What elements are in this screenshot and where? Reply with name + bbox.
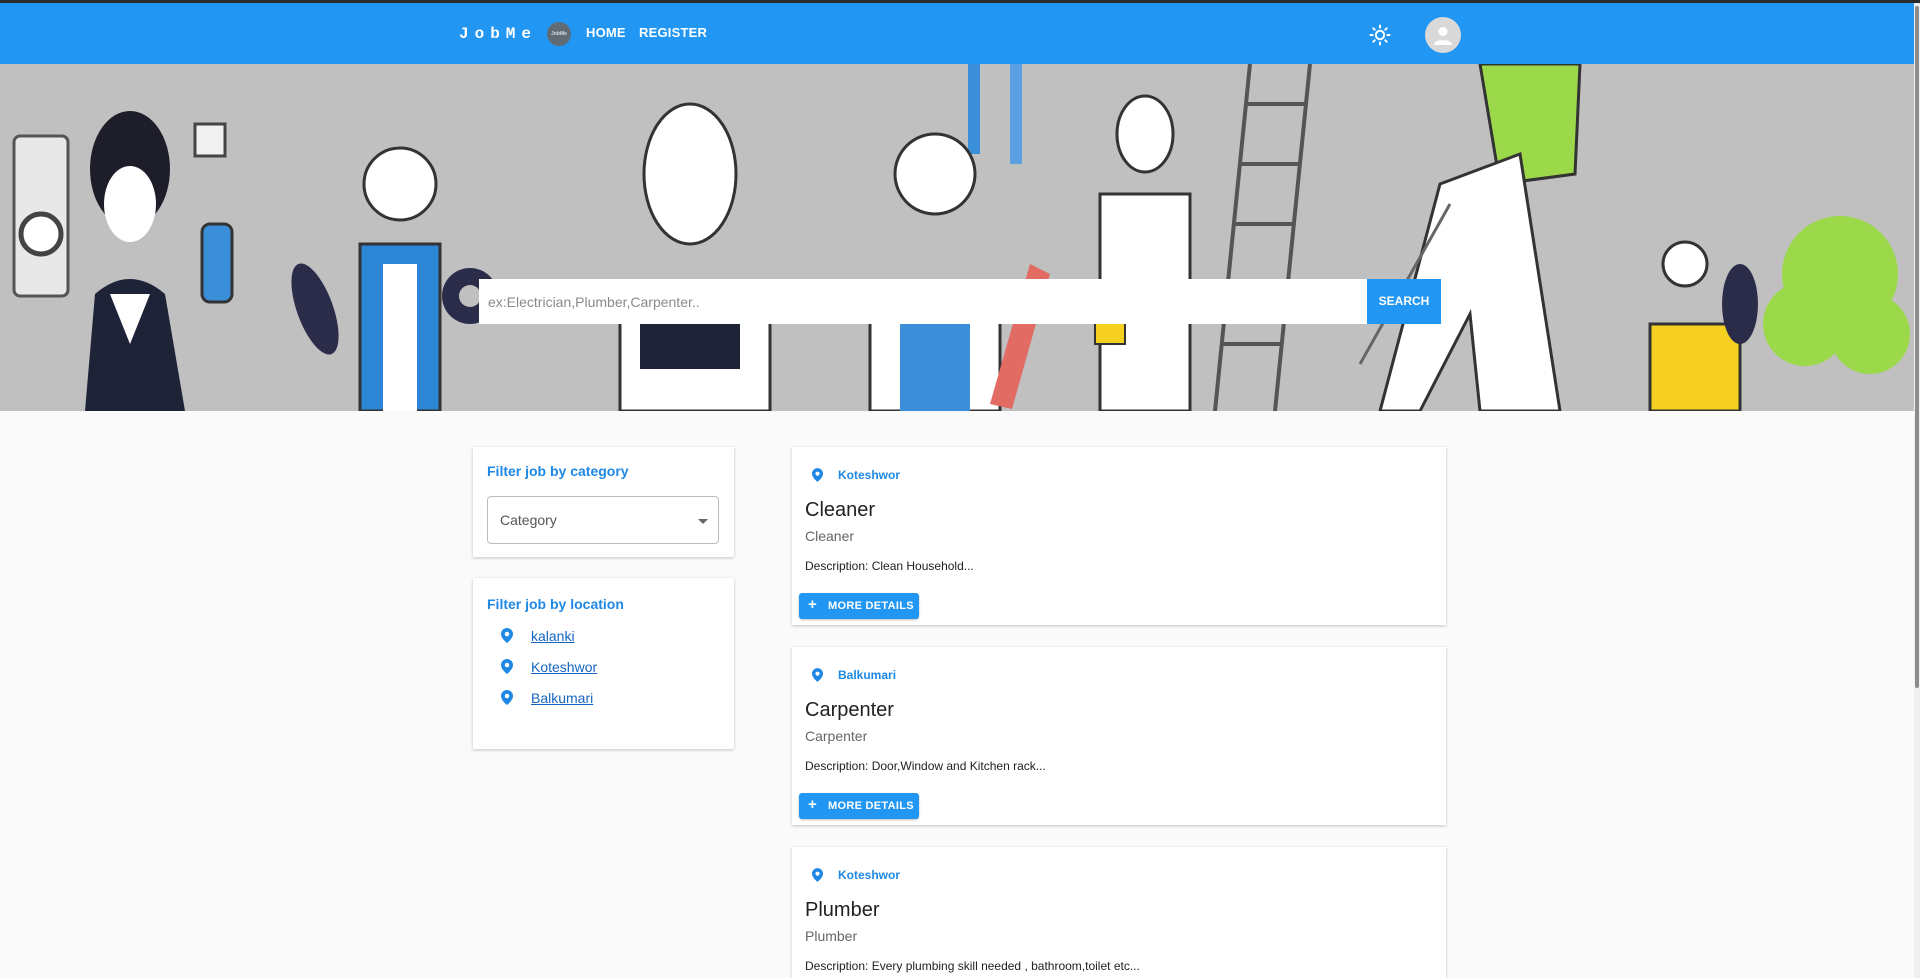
location-link-koteshwor[interactable]: Koteshwor [531, 659, 597, 675]
location-filter-card: Filter job by location kalanki Koteshwor… [473, 578, 734, 749]
hero-banner: SEARCH [0, 64, 1914, 411]
nav-register-button[interactable]: REGISTER [639, 25, 707, 40]
job-card: Balkumari Carpenter Carpenter Descriptio… [792, 647, 1446, 825]
brand-title[interactable]: JobMe [459, 25, 537, 43]
location-pin-icon [812, 468, 823, 482]
job-description: Description: Clean Household... [805, 559, 974, 573]
more-details-button[interactable]: + MORE DETAILS [799, 793, 919, 819]
chevron-down-icon [698, 519, 708, 524]
job-description: Description: Every plumbing skill needed… [805, 959, 1140, 973]
job-description: Description: Door,Window and Kitchen rac… [805, 759, 1046, 773]
hero-search-bar: SEARCH [479, 279, 1441, 324]
location-pin-icon [812, 868, 823, 882]
category-select-label: Category [500, 512, 557, 528]
more-details-label: MORE DETAILS [828, 800, 914, 812]
location-filter-title: Filter job by location [487, 596, 624, 612]
job-location: Koteshwor [838, 868, 901, 882]
brand-logo[interactable]: JobMe [547, 22, 571, 46]
sun-icon[interactable] [1368, 23, 1392, 47]
location-link-kalanki[interactable]: kalanki [531, 628, 575, 644]
job-card: Koteshwor Plumber Plumber Description: E… [792, 847, 1446, 978]
workers-illustration [0, 64, 1914, 411]
account-circle-icon [1434, 27, 1452, 45]
location-pin-icon [501, 659, 513, 674]
job-card: Koteshwor Cleaner Cleaner Description: C… [792, 447, 1446, 625]
category-filter-title: Filter job by category [487, 463, 629, 479]
search-button[interactable]: SEARCH [1367, 279, 1441, 324]
job-location: Balkumari [838, 668, 897, 682]
scrollbar-thumb[interactable] [1915, 6, 1919, 688]
job-location: Koteshwor [838, 468, 901, 482]
location-pin-icon [812, 668, 823, 682]
app-bar: JobMe JobMe HOME REGISTER [0, 3, 1914, 64]
category-select[interactable]: Category [487, 496, 719, 544]
job-category: Cleaner [805, 528, 855, 544]
job-category: Carpenter [805, 728, 868, 744]
job-title: Cleaner [805, 499, 876, 521]
category-filter-card: Filter job by category Category [473, 447, 734, 557]
job-title: Plumber [805, 899, 880, 921]
location-pin-icon [501, 628, 513, 643]
more-details-label: MORE DETAILS [828, 600, 914, 612]
location-pin-icon [501, 690, 513, 705]
job-category: Plumber [805, 928, 858, 944]
account-avatar[interactable] [1425, 17, 1461, 53]
location-link-balkumari[interactable]: Balkumari [531, 690, 593, 706]
search-input[interactable] [479, 279, 1367, 324]
nav-home-button[interactable]: HOME [586, 25, 626, 40]
plus-icon: + [808, 596, 817, 613]
plus-icon: + [808, 796, 817, 813]
job-title: Carpenter [805, 699, 894, 721]
more-details-button[interactable]: + MORE DETAILS [799, 593, 919, 619]
